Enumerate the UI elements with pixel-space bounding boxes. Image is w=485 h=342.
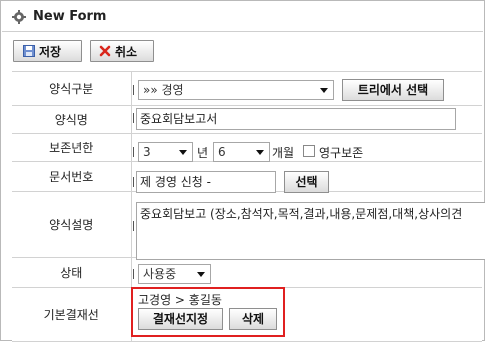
save-disk-icon [23,45,35,57]
retention-label: 보존년한 [12,133,132,162]
retention-years-select[interactable]: 3 [138,142,193,162]
doc-number-label: 문서번호 [12,161,132,192]
chevron-down-icon [179,150,187,155]
description-label: 양식설명 [12,191,132,258]
type-select-value: »» 경영 [143,83,184,97]
field-marker [133,221,134,231]
window-title: New Form [33,9,107,24]
field-marker [133,147,134,157]
save-button[interactable]: 저장 [13,40,82,62]
status-select-value: 사용중 [143,267,177,281]
permanent-checkbox[interactable] [303,145,315,157]
title-bar: New Form [2,2,483,32]
field-marker [133,85,134,95]
approval-label: 기본결재선 [12,287,132,342]
chevron-down-icon [320,88,328,93]
chevron-down-icon [197,272,205,277]
name-label: 양식명 [12,105,132,134]
field-marker [133,269,134,279]
retention-years-value: 3 [143,145,151,159]
approval-path: 고경영 > 홍길동 [138,293,222,307]
status-select[interactable]: 사용중 [138,264,211,284]
month-unit: 개월 [272,146,295,160]
doc-number-input[interactable]: 제 경영 신청 - [136,171,276,193]
field-marker [133,113,134,123]
retention-months-select[interactable]: 6 [213,142,270,162]
field-marker [133,177,134,187]
gear-icon [12,10,26,24]
chevron-down-icon [256,150,264,155]
status-label: 상태 [12,257,132,288]
designate-approval-button[interactable]: 결재선지정 [138,308,223,330]
form-window: New Form 저장 취소 양식구분 양식명 보존년한 문서번호 양식설명 상… [0,0,485,342]
doc-number-select-button[interactable]: 선택 [284,171,329,193]
type-select[interactable]: »» 경영 [138,80,334,100]
save-button-label: 저장 [39,44,62,59]
year-unit: 년 [197,146,209,160]
delete-approval-button[interactable]: 삭제 [229,308,277,330]
description-textarea[interactable]: 중요회담보고 (장소,참석자,목적,결과,내용,문제점,대책,상사의견 [136,202,485,260]
type-label: 양식구분 [12,71,132,106]
permanent-label: 영구보존 [319,146,364,160]
cancel-button-label: 취소 [115,44,138,59]
cancel-button[interactable]: 취소 [90,40,154,62]
retention-months-value: 6 [218,145,226,159]
description-text: 중요회담보고 (장소,참석자,목적,결과,내용,문제점,대책,상사의견 [140,207,463,221]
cancel-x-icon [99,45,111,57]
form-name-input[interactable]: 중요회담보고서 [136,108,456,130]
tree-select-button[interactable]: 트리에서 선택 [342,79,444,101]
